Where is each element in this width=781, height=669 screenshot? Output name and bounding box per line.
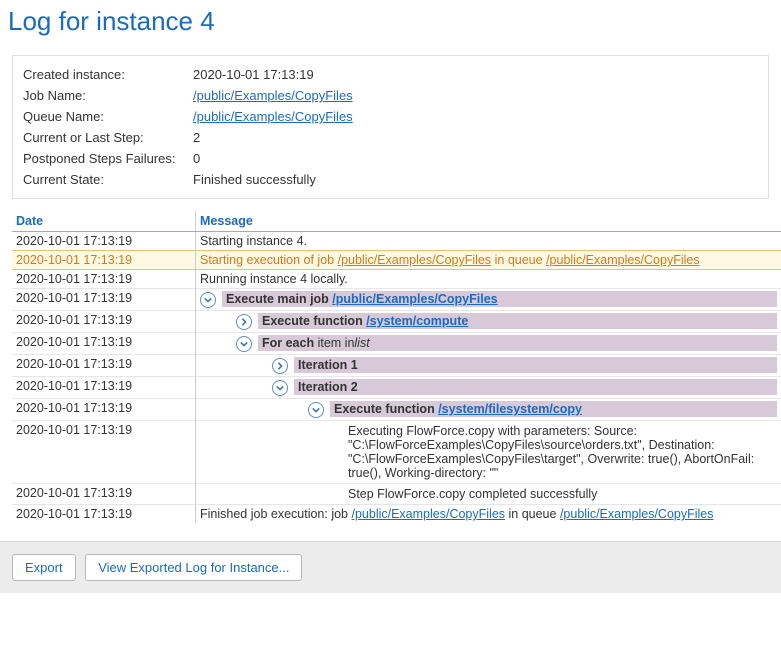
log-row: 2020-10-01 17:13:19 Step FlowForce.copy …	[12, 484, 781, 505]
page-title: Log for instance 4	[8, 6, 781, 37]
log-date: 2020-10-01 17:13:19	[12, 289, 196, 311]
collapse-icon[interactable]	[308, 402, 324, 418]
log-date: 2020-10-01 17:13:19	[12, 377, 196, 399]
log-message: in queue	[491, 253, 546, 267]
meta-step-label: Current or Last Step:	[23, 130, 193, 145]
instance-meta: Created instance:2020-10-01 17:13:19 Job…	[12, 55, 769, 199]
meta-job-label: Job Name:	[23, 88, 193, 103]
expand-icon[interactable]	[236, 314, 252, 330]
job-name-link[interactable]: /public/Examples/CopyFiles	[193, 88, 353, 103]
log-date: 2020-10-01 17:13:19	[12, 484, 196, 505]
meta-step-value: 2	[193, 130, 758, 145]
log-table: Date Message 2020-10-01 17:13:19 Startin…	[12, 211, 781, 523]
log-message: Starting execution of job	[200, 253, 338, 267]
log-row: 2020-10-01 17:13:19 Finished job executi…	[12, 505, 781, 524]
log-date: 2020-10-01 17:13:19	[12, 251, 196, 270]
meta-queue-label: Queue Name:	[23, 109, 193, 124]
export-button[interactable]: Export	[12, 554, 76, 581]
function-link[interactable]: /system/compute	[366, 314, 468, 328]
log-row: 2020-10-01 17:13:19 Iteration 1	[12, 355, 781, 377]
log-message: in queue	[505, 507, 560, 521]
log-date: 2020-10-01 17:13:19	[12, 270, 196, 289]
log-date: 2020-10-01 17:13:19	[12, 355, 196, 377]
log-row: 2020-10-01 17:13:19 For each item inlist	[12, 333, 781, 355]
meta-created-label: Created instance:	[23, 67, 193, 82]
log-date: 2020-10-01 17:13:19	[12, 232, 196, 251]
log-message: Starting instance 4.	[200, 234, 307, 248]
log-message: Executing FlowForce.copy with parameters…	[344, 423, 777, 481]
meta-postponed-label: Postponed Steps Failures:	[23, 151, 193, 166]
function-link[interactable]: /system/filesystem/copy	[438, 402, 582, 416]
log-message: Execute main job	[226, 292, 332, 306]
meta-state-label: Current State:	[23, 172, 193, 187]
log-date: 2020-10-01 17:13:19	[12, 505, 196, 524]
header-message[interactable]: Message	[196, 211, 781, 232]
meta-postponed-value: 0	[193, 151, 758, 166]
footer-bar: Export View Exported Log for Instance...	[0, 541, 781, 593]
log-date: 2020-10-01 17:13:19	[12, 311, 196, 333]
job-link[interactable]: /public/Examples/CopyFiles	[332, 292, 497, 306]
log-row: 2020-10-01 17:13:19 Running instance 4 l…	[12, 270, 781, 289]
collapse-icon[interactable]	[272, 380, 288, 396]
log-message: Iteration 1	[298, 358, 358, 372]
log-message: Running instance 4 locally.	[200, 272, 348, 286]
queue-name-link[interactable]: /public/Examples/CopyFiles	[193, 109, 353, 124]
log-message: Step FlowForce.copy completed successful…	[344, 486, 777, 502]
log-message: Finished job execution: job	[200, 507, 351, 521]
log-row-highlight: 2020-10-01 17:13:19 Starting execution o…	[12, 251, 781, 270]
view-exported-log-button[interactable]: View Exported Log for Instance...	[85, 554, 302, 581]
meta-created-value: 2020-10-01 17:13:19	[193, 67, 758, 82]
log-message: Execute function	[262, 314, 366, 328]
queue-link[interactable]: /public/Examples/CopyFiles	[560, 507, 714, 521]
log-message: Execute function	[334, 402, 438, 416]
log-message: For each	[262, 336, 318, 350]
log-row: 2020-10-01 17:13:19 Execute main job /pu…	[12, 289, 781, 311]
log-message: item in	[318, 336, 355, 350]
log-row: 2020-10-01 17:13:19 Executing FlowForce.…	[12, 421, 781, 484]
log-row: 2020-10-01 17:13:19 Iteration 2	[12, 377, 781, 399]
log-row: 2020-10-01 17:13:19 Execute function /sy…	[12, 399, 781, 421]
header-date[interactable]: Date	[12, 211, 196, 232]
log-message: list	[354, 336, 369, 350]
meta-state-value: Finished successfully	[193, 172, 758, 187]
job-link[interactable]: /public/Examples/CopyFiles	[338, 253, 492, 267]
log-row: 2020-10-01 17:13:19 Execute function /sy…	[12, 311, 781, 333]
log-date: 2020-10-01 17:13:19	[12, 399, 196, 421]
collapse-icon[interactable]	[200, 292, 216, 308]
job-link[interactable]: /public/Examples/CopyFiles	[351, 507, 505, 521]
log-date: 2020-10-01 17:13:19	[12, 333, 196, 355]
log-row: 2020-10-01 17:13:19 Starting instance 4.	[12, 232, 781, 251]
collapse-icon[interactable]	[236, 336, 252, 352]
log-message: Iteration 2	[298, 380, 358, 394]
log-date: 2020-10-01 17:13:19	[12, 421, 196, 484]
expand-icon[interactable]	[272, 358, 288, 374]
queue-link[interactable]: /public/Examples/CopyFiles	[546, 253, 700, 267]
